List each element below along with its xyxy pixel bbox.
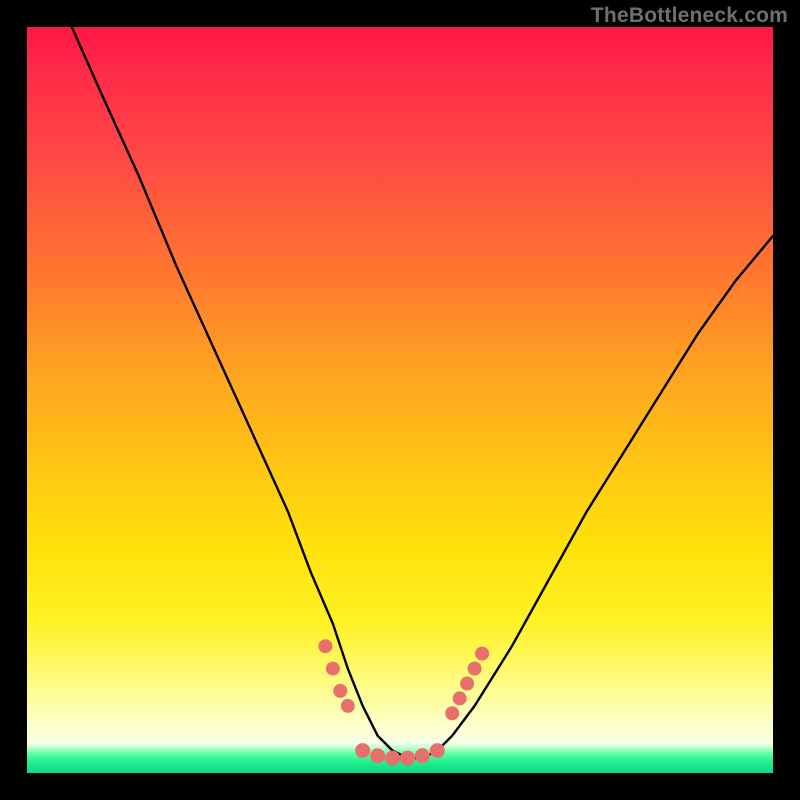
watermark-label: TheBottleneck.com: [591, 4, 788, 28]
gradient-background: [27, 27, 773, 773]
chart-frame: TheBottleneck.com: [0, 0, 800, 800]
